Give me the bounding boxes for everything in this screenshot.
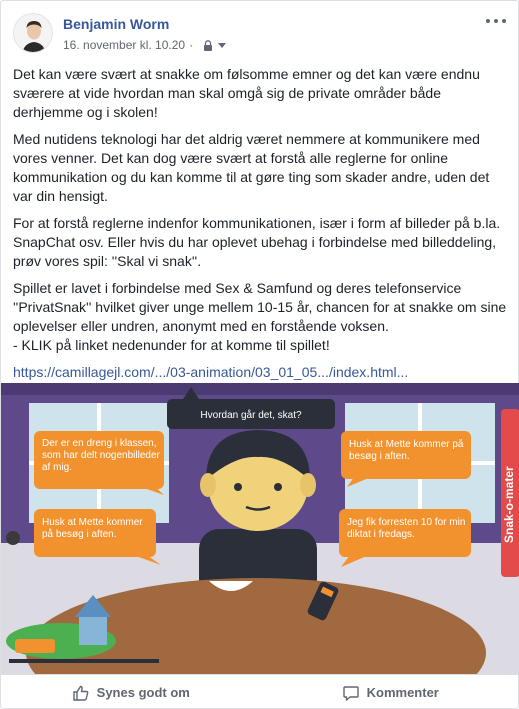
thumbs-up-icon (72, 685, 89, 701)
post-meta: 16. november kl. 10.20 · (63, 38, 227, 52)
post-header: Benjamin Worm 16. november kl. 10.20 · (13, 13, 508, 57)
bubble-text: Husk at Mette kommer på besøg i aften. (349, 439, 464, 462)
bubble-text: Jeg fik forresten 10 for min diktat i fr… (347, 517, 466, 540)
top-bubble-text: Hvordan går det, skat? (200, 409, 302, 421)
like-button[interactable]: Synes godt om (1, 675, 261, 709)
avatar[interactable] (13, 13, 53, 53)
post-timestamp[interactable]: 16. november kl. 10.20 (63, 38, 185, 52)
post-paragraph: Det kan være svært at snakke om følsomme… (13, 66, 480, 120)
speech-bubble-left-bottom[interactable]: Husk at Mette kommer på besøg i aften. (34, 509, 161, 565)
post-paragraph: Spillet er lavet i forbindelse med Sex &… (13, 280, 507, 353)
post-body: Det kan være svært at snakke om følsomme… (13, 65, 508, 382)
post-paragraph: For at forstå reglerne indenfor kommunik… (13, 215, 501, 269)
comment-label: Kommenter (366, 685, 439, 700)
like-label: Synes godt om (96, 685, 190, 700)
speech-bubble-left-top[interactable]: Der er en dreng i klassen, som har delt … (34, 431, 164, 495)
comment-icon (342, 685, 359, 701)
post-actions: Synes godt om Kommenter (1, 674, 519, 709)
side-logo-text: Snak-o-mater (502, 466, 516, 543)
game-preview-image[interactable]: Snak-o-mater Hvordan går det, skat? Der … (1, 383, 519, 674)
more-options-icon[interactable] (486, 17, 506, 25)
meta-separator: · (189, 38, 194, 52)
chevron-down-icon[interactable] (218, 42, 227, 48)
facebook-post: Benjamin Worm 16. november kl. 10.20 · D… (0, 0, 519, 709)
author-name[interactable]: Benjamin Worm (63, 16, 169, 32)
bubble-text: Der er en dreng i klassen, som har delt … (42, 438, 160, 473)
post-link[interactable]: https://camillagejl.com/.../03-animation… (13, 364, 408, 380)
comment-button[interactable]: Kommenter (261, 675, 519, 709)
record-icon (6, 531, 20, 545)
bubble-text: Husk at Mette kommer på besøg i aften. (42, 517, 143, 540)
lock-icon (204, 39, 213, 51)
post-paragraph: Med nutidens teknologi har det aldrig væ… (13, 131, 490, 204)
speech-bubble-right-top[interactable]: Husk at Mette kommer på besøg i aften. (341, 431, 471, 487)
